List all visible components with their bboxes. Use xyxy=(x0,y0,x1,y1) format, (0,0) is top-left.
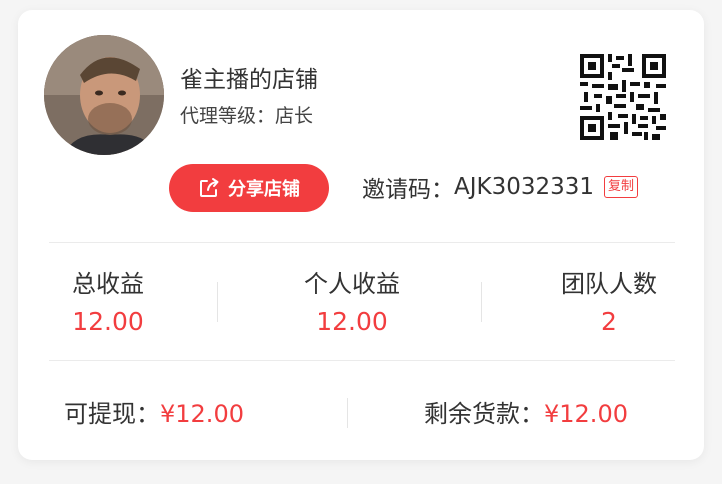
stat-personal-earnings-value: 12.00 xyxy=(316,307,388,336)
stat-total-earnings[interactable]: 总收益 12.00 xyxy=(64,264,152,336)
store-card: 雀主播的店铺 代理等级：店长 分享店铺 邀请码： AJK3032331 复制 总… xyxy=(18,10,704,460)
avatar[interactable] xyxy=(44,35,164,155)
divider-bottom xyxy=(49,360,675,361)
remaining-goods-label: 剩余货款： xyxy=(424,400,544,428)
agent-level-value: 店长 xyxy=(275,105,314,127)
divider-top xyxy=(49,242,675,243)
withdrawable-value: ¥12.00 xyxy=(160,400,244,428)
agent-level: 代理等级：店长 xyxy=(180,101,313,128)
copy-invite-code-button[interactable]: 复制 xyxy=(604,176,639,198)
qr-code-icon[interactable] xyxy=(580,54,666,140)
withdrawable-balance[interactable]: 可提现：¥12.00 xyxy=(64,394,244,429)
share-store-label: 分享店铺 xyxy=(228,179,300,200)
avatar-image xyxy=(44,35,164,155)
invite-code-label: 邀请码： xyxy=(362,177,454,203)
stat-total-earnings-label: 总收益 xyxy=(72,270,144,298)
stat-personal-earnings[interactable]: 个人收益 12.00 xyxy=(288,264,416,336)
stat-personal-earnings-label: 个人收益 xyxy=(304,270,400,298)
stat-team-size[interactable]: 团队人数 2 xyxy=(550,264,668,336)
stat-total-earnings-value: 12.00 xyxy=(72,307,144,336)
qr-code-graphic xyxy=(580,54,666,140)
remaining-goods-balance[interactable]: 剩余货款：¥12.00 xyxy=(424,394,628,429)
stat-team-size-label: 团队人数 xyxy=(561,270,657,298)
agent-level-label: 代理等级： xyxy=(180,105,276,127)
withdrawable-label: 可提现： xyxy=(64,400,160,428)
share-icon xyxy=(198,177,220,199)
stat-separator xyxy=(217,282,218,322)
balance-separator xyxy=(347,398,348,428)
stat-team-size-value: 2 xyxy=(601,307,617,336)
invite-code-row: 邀请码： AJK3032331 复制 xyxy=(362,170,639,204)
share-store-button[interactable]: 分享店铺 xyxy=(169,164,329,212)
invite-code-value: AJK3032331 xyxy=(454,174,595,200)
remaining-goods-value: ¥12.00 xyxy=(544,400,628,428)
stat-separator xyxy=(481,282,482,322)
store-name: 雀主播的店铺 xyxy=(180,67,318,93)
